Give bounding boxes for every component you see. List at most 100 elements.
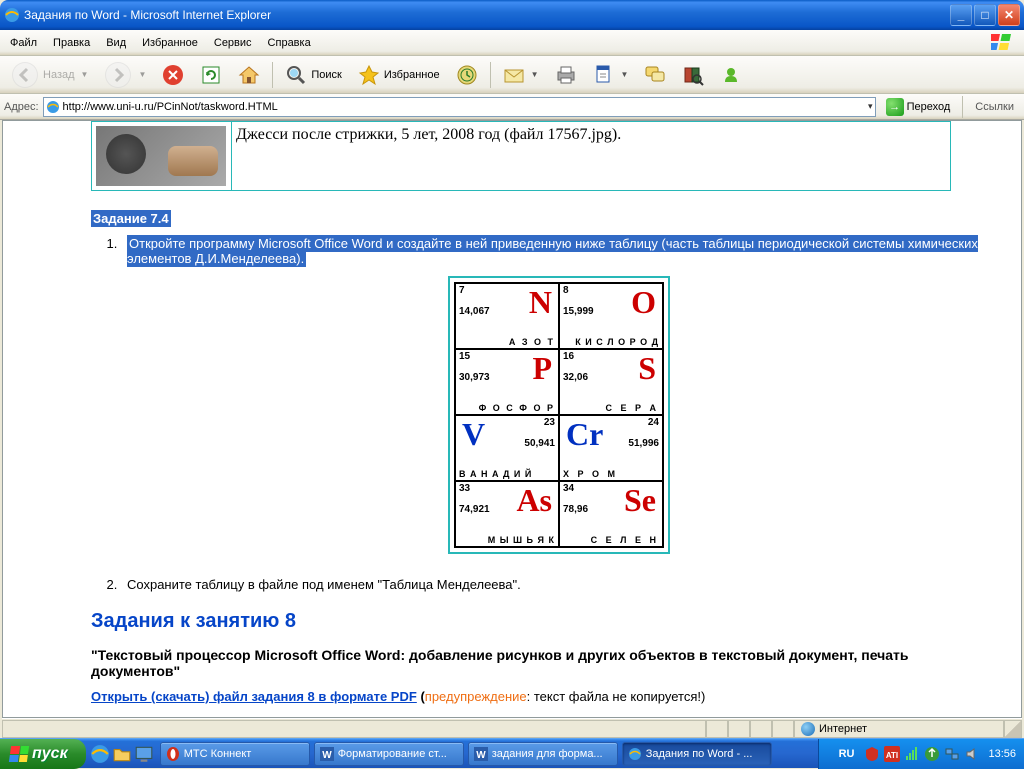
star-icon xyxy=(358,64,380,86)
forward-icon xyxy=(104,61,132,89)
close-button[interactable]: ✕ xyxy=(998,4,1020,26)
tray-shield-icon[interactable] xyxy=(864,746,880,762)
address-input-wrap[interactable]: ▾ xyxy=(43,97,876,117)
ie-page-icon xyxy=(46,100,60,114)
menu-file[interactable]: Файл xyxy=(2,34,45,52)
messenger-button[interactable] xyxy=(713,60,749,90)
go-arrow-icon: → xyxy=(886,98,904,116)
ie-logo-icon xyxy=(4,7,20,23)
taskbar-item-word1[interactable]: W Форматирование ст... xyxy=(314,742,464,766)
back-label: Назад xyxy=(43,69,75,81)
search-icon xyxy=(285,64,307,86)
status-slot-2 xyxy=(728,720,750,738)
start-button[interactable]: пуск xyxy=(0,739,86,769)
clock[interactable]: 13:56 xyxy=(988,748,1016,760)
favorites-label: Избранное xyxy=(384,69,440,81)
maximize-button[interactable]: □ xyxy=(974,4,996,26)
discuss-icon xyxy=(644,64,666,86)
language-indicator[interactable]: RU xyxy=(839,748,855,760)
element-se: 34Se78,96С Е Л Е Н xyxy=(559,481,663,547)
chevron-down-icon: ▼ xyxy=(81,70,89,79)
taskbar-item-ie[interactable]: Задания по Word - ... xyxy=(622,742,772,766)
search-button[interactable]: Поиск xyxy=(278,60,348,90)
status-slot-4 xyxy=(772,720,794,738)
element-as: 33As74,921М Ы Ш Ь Я К xyxy=(455,481,559,547)
content-area: Джесси после стрижки, 5 лет, 2008 год (ф… xyxy=(2,120,1022,718)
pdf-link[interactable]: Открыть (скачать) файл задания 8 в форма… xyxy=(91,689,417,704)
address-label: Адрес: xyxy=(4,101,39,113)
research-button[interactable] xyxy=(675,60,711,90)
print-button[interactable] xyxy=(548,60,584,90)
tray-signal-icon[interactable] xyxy=(904,746,920,762)
task-7-4-title: Задание 7.4 xyxy=(91,211,991,226)
menu-tools[interactable]: Сервис xyxy=(206,34,260,52)
menu-edit[interactable]: Правка xyxy=(45,34,98,52)
task-item-1: Откройте программу Microsoft Office Word… xyxy=(121,236,991,567)
element-s: 16S32,06С Е Р А xyxy=(559,349,663,415)
periodic-preview: 7N14,067А З О Т 8O15,999К И С Л О Р О Д … xyxy=(448,276,670,554)
quick-launch xyxy=(86,744,158,764)
minimize-button[interactable]: _ xyxy=(950,4,972,26)
mail-button[interactable]: ▼ xyxy=(496,60,546,90)
globe-icon xyxy=(801,722,815,736)
back-button[interactable]: Назад ▼ xyxy=(4,60,95,90)
lesson-8-subhead: "Текстовый процессор Microsoft Office Wo… xyxy=(91,647,991,679)
history-button[interactable] xyxy=(449,60,485,90)
mail-icon xyxy=(503,64,525,86)
forward-button[interactable]: ▼ xyxy=(97,60,153,90)
home-icon xyxy=(238,64,260,86)
menu-favorites[interactable]: Избранное xyxy=(134,34,206,52)
go-button[interactable]: → Переход xyxy=(880,96,957,118)
ql-desktop-icon[interactable] xyxy=(134,744,154,764)
tray-volume-icon[interactable] xyxy=(964,746,980,762)
refresh-button[interactable] xyxy=(193,60,229,90)
element-n: 7N14,067А З О Т xyxy=(455,283,559,349)
taskbar-item-mts[interactable]: МТС Коннект xyxy=(160,742,310,766)
word-icon: W xyxy=(474,747,488,761)
tray-ati-icon[interactable]: ATI xyxy=(884,746,900,762)
word-icon: W xyxy=(320,747,334,761)
address-bar: Адрес: ▾ → Переход Ссылки xyxy=(0,94,1024,120)
tray-usb-icon[interactable] xyxy=(924,746,940,762)
taskbar: пуск МТС Коннект W Форматирование ст... … xyxy=(0,738,1024,768)
links-label[interactable]: Ссылки xyxy=(969,101,1020,113)
print-icon xyxy=(555,64,577,86)
stop-button[interactable] xyxy=(155,60,191,90)
ql-folder-icon[interactable] xyxy=(112,744,132,764)
chevron-down-icon[interactable]: ▾ xyxy=(868,101,873,112)
ie-icon xyxy=(628,747,642,761)
back-icon xyxy=(11,61,39,89)
chevron-down-icon: ▼ xyxy=(621,70,629,79)
resize-grip[interactable] xyxy=(1004,720,1022,738)
history-icon xyxy=(456,64,478,86)
page-viewport[interactable]: Джесси после стрижки, 5 лет, 2008 год (ф… xyxy=(3,121,1021,717)
status-slot-1 xyxy=(706,720,728,738)
stop-icon xyxy=(162,64,184,86)
research-icon xyxy=(682,64,704,86)
menu-help[interactable]: Справка xyxy=(260,34,319,52)
taskbar-item-word2[interactable]: W задания для форма... xyxy=(468,742,618,766)
home-button[interactable] xyxy=(231,60,267,90)
go-label: Переход xyxy=(907,101,951,113)
system-tray: RU ATI 13:56 xyxy=(818,739,1024,769)
windows-flag-icon xyxy=(984,32,1020,54)
menu-view[interactable]: Вид xyxy=(98,34,134,52)
edit-button[interactable]: ▼ xyxy=(586,60,636,90)
pdf-link-line: Открыть (скачать) файл задания 8 в форма… xyxy=(91,689,991,704)
edit-icon xyxy=(593,64,615,86)
discuss-button[interactable] xyxy=(637,60,673,90)
status-bar: Интернет xyxy=(2,718,1022,738)
photo-caption: Джесси после стрижки, 5 лет, 2008 год (ф… xyxy=(236,126,946,144)
element-v: 23V50,941В А Н А Д И Й xyxy=(455,415,559,481)
tray-network-icon[interactable] xyxy=(944,746,960,762)
address-input[interactable] xyxy=(63,99,863,115)
dog-photo xyxy=(96,126,226,186)
status-zone: Интернет xyxy=(794,720,1004,738)
menu-bar: Файл Правка Вид Избранное Сервис Справка xyxy=(0,30,1024,56)
svg-text:W: W xyxy=(322,750,332,761)
svg-text:ATI: ATI xyxy=(886,751,898,760)
ql-ie-icon[interactable] xyxy=(90,744,110,764)
lesson-8-heading: Задания к занятию 8 xyxy=(91,610,991,633)
task-item-2: Сохраните таблицу в файле под именем "Та… xyxy=(121,577,991,592)
favorites-button[interactable]: Избранное xyxy=(351,60,447,90)
